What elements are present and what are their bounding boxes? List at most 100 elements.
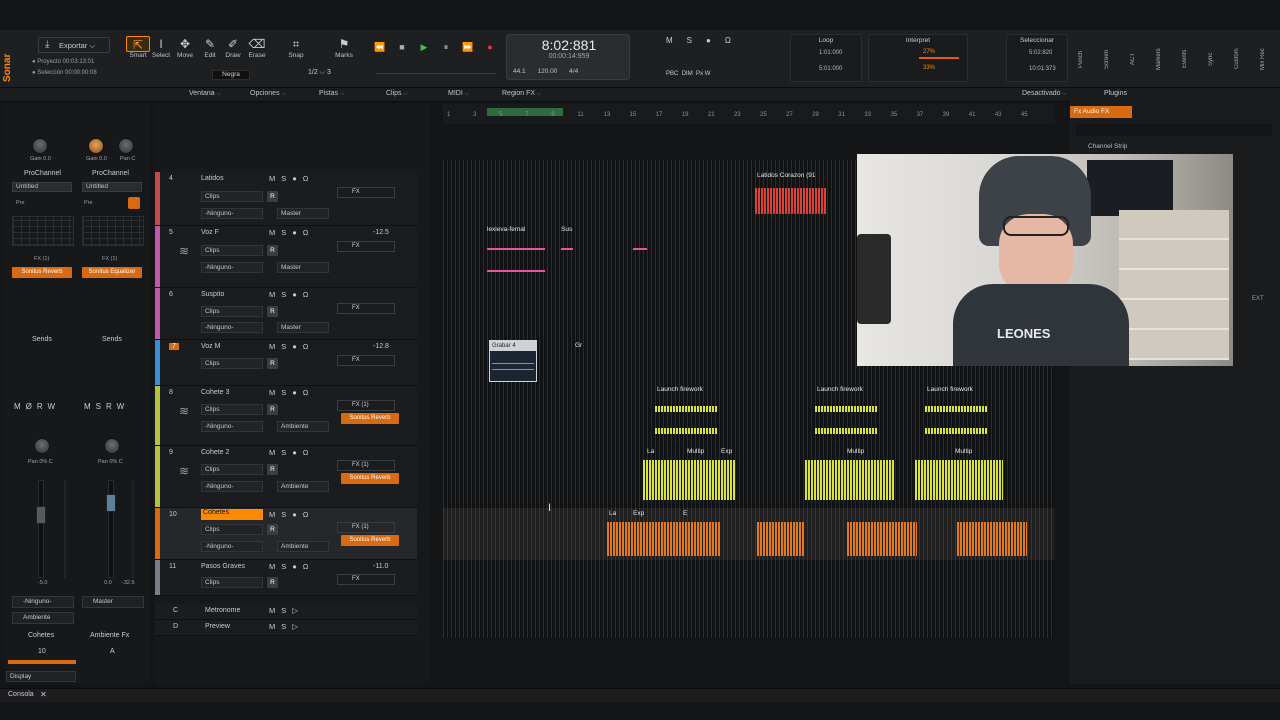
- track-input[interactable]: -Ninguno-: [201, 262, 263, 273]
- clip-grabar[interactable]: Grabar 4: [489, 340, 537, 382]
- clip-launch-wave-1[interactable]: [655, 406, 717, 412]
- menu-clips[interactable]: Clips: [386, 90, 408, 98]
- track-fx[interactable]: FX (1): [337, 522, 395, 533]
- clip-e-10[interactable]: E: [683, 510, 687, 517]
- clip-latidos[interactable]: Latidos Corazon (91: [757, 172, 816, 179]
- track-msr[interactable]: MS●Ω: [269, 388, 314, 397]
- snap-button[interactable]: ⌗ Snap: [284, 36, 308, 66]
- tool-edit[interactable]: ✎ Edit: [198, 36, 222, 66]
- track-output[interactable]: Ambiente: [277, 421, 329, 432]
- clip-misc-wave[interactable]: [633, 248, 647, 250]
- pause-button[interactable]: ⏸: [438, 40, 454, 54]
- msr-global[interactable]: MS●Ω: [666, 36, 745, 45]
- volume-fader-left[interactable]: [38, 480, 44, 578]
- track-clips-select[interactable]: Clips: [201, 524, 263, 535]
- forward-button[interactable]: ⏩: [460, 40, 476, 54]
- track-msr[interactable]: MS●Ω: [269, 342, 314, 351]
- clip-fireworks-wave-1[interactable]: [643, 460, 735, 500]
- mix-rec-module[interactable]: Mix Rec: [1260, 36, 1272, 82]
- read-button[interactable]: R: [267, 191, 278, 202]
- clip-launch-1[interactable]: Launch firework: [657, 386, 703, 393]
- clip-launch-wave-2b[interactable]: [815, 428, 877, 434]
- track-output[interactable]: Ambiente: [277, 541, 329, 552]
- track-input[interactable]: -Ninguno-: [201, 208, 263, 219]
- track-output[interactable]: Master: [277, 262, 329, 273]
- power-icon[interactable]: [128, 197, 140, 209]
- track-clips-select[interactable]: Clips: [201, 191, 263, 202]
- clip-cohetes-wave-2[interactable]: [757, 522, 805, 556]
- select-panel[interactable]: Seleccionar 5:02:820 10:01:373: [1006, 34, 1068, 82]
- snap-value[interactable]: 1/2 ⌵ 3: [308, 69, 331, 77]
- track-clips-select[interactable]: Clips: [201, 404, 263, 415]
- track-clips-select[interactable]: Clips: [201, 306, 263, 317]
- tool-smart[interactable]: ⇱ Smart: [126, 36, 150, 66]
- tool-move[interactable]: ✥ Move: [173, 36, 197, 66]
- track-msr[interactable]: MS●Ω: [269, 228, 314, 237]
- track-row-selected[interactable]: 10 Cohetes MS●Ω Clips R -Ninguno- Ambien…: [155, 508, 417, 560]
- fader-cap-left[interactable]: [36, 506, 46, 524]
- track-fx[interactable]: FX: [337, 574, 395, 585]
- track-output[interactable]: Master: [277, 208, 329, 219]
- clip-exp-9[interactable]: Exp: [721, 448, 732, 455]
- pan-knob-left[interactable]: [34, 438, 50, 454]
- clip-la-10[interactable]: La: [609, 510, 616, 517]
- sync-module[interactable]: Sync: [1208, 36, 1220, 82]
- track-row[interactable]: 9 Cohete 2 MS●Ω ≋ Clips R -Ninguno- Ambi…: [155, 446, 417, 508]
- screen-module[interactable]: Screen: [1104, 36, 1116, 82]
- custom-module[interactable]: Custom: [1234, 36, 1246, 82]
- track-row[interactable]: 11 Pasos Graves MS●Ω -11.0 Clips R FX: [155, 560, 417, 596]
- output-left-2[interactable]: Ambiente: [12, 612, 74, 624]
- track-output[interactable]: Ambiente: [277, 481, 329, 492]
- menu-pistas[interactable]: Pistas: [319, 90, 344, 98]
- read-button[interactable]: R: [267, 306, 278, 317]
- clip-voz-wave[interactable]: [487, 248, 545, 250]
- menu-opciones[interactable]: Opciones: [250, 90, 286, 98]
- clip-multi-9[interactable]: Multip: [687, 448, 704, 455]
- track-fx[interactable]: FX (1): [337, 400, 395, 411]
- output-right[interactable]: Master: [82, 596, 144, 608]
- clip-launch-wave-2[interactable]: [815, 406, 877, 412]
- track-fx-reverb[interactable]: Sonitus Reverb: [341, 413, 399, 424]
- fx-sonitus-reverb[interactable]: Sonitus Reverb: [12, 267, 72, 278]
- export-button[interactable]: ⤓ Exportar ⌵: [38, 37, 110, 53]
- snap-mode-select[interactable]: Negra: [212, 70, 250, 80]
- bus-row[interactable]: C Metronome MS▷: [155, 604, 417, 620]
- fx-sonitus-equalizer[interactable]: Sonitus Equalizer: [82, 267, 142, 278]
- gain-knob-left[interactable]: [32, 138, 48, 154]
- menu-midi[interactable]: MIDI: [448, 90, 469, 98]
- track-name-editing[interactable]: Cohetes: [201, 509, 263, 520]
- track-msr[interactable]: MS●Ω: [269, 562, 314, 571]
- track-input[interactable]: -Ninguno-: [201, 541, 263, 552]
- close-icon[interactable]: ✕: [40, 690, 47, 699]
- track-fx[interactable]: FX: [337, 303, 395, 314]
- rewind-button[interactable]: ⏪: [372, 40, 388, 54]
- channel-strip-item[interactable]: Channel Strip: [1088, 143, 1127, 150]
- time-display[interactable]: 8:02:881 00:00:14:959 44.1 120.00 4/4: [506, 34, 630, 80]
- clip-multi-9c[interactable]: Multip: [955, 448, 972, 455]
- clip-sus[interactable]: Sus: [561, 226, 572, 233]
- pan-knob-right[interactable]: [104, 438, 120, 454]
- clip-launch-wave-3[interactable]: [925, 406, 987, 412]
- track-input[interactable]: -Ninguno-: [201, 481, 263, 492]
- timeline-ruler[interactable]: 1 3 5 7 9 11 13 15 17 19 21 23 25 27 29 31 33 35 37 39 41 43 4…: [443, 104, 1055, 124]
- play-button[interactable]: ▶: [416, 40, 432, 54]
- clip-launch-2[interactable]: Launch firework: [817, 386, 863, 393]
- clip-voz-wave-2[interactable]: [487, 270, 545, 272]
- track-row[interactable]: 7 Voz M MS●Ω -12.8 Clips R FX: [155, 340, 417, 386]
- act-module[interactable]: ACT: [1130, 36, 1142, 82]
- clip-launch-wave-1b[interactable]: [655, 428, 717, 434]
- track-clips-select[interactable]: Clips: [201, 577, 263, 588]
- tool-erase[interactable]: ⌫ Erase: [245, 36, 269, 66]
- loop-panel[interactable]: Loop 1:01:000 5:01:000: [790, 34, 862, 82]
- track-fx[interactable]: FX: [337, 355, 395, 366]
- track-clips-select[interactable]: Clips: [201, 245, 263, 256]
- marks-button[interactable]: ⚑ Marks: [332, 36, 356, 66]
- read-button[interactable]: R: [267, 464, 278, 475]
- track-row[interactable]: 8 Cohete 3 MS●Ω ≋ Clips R -Ninguno- Ambi…: [155, 386, 417, 446]
- record-button[interactable]: ●: [482, 40, 498, 54]
- clip-exp-10[interactable]: Exp: [633, 510, 644, 517]
- bus-ms[interactable]: MS▷: [269, 622, 304, 631]
- bus-row[interactable]: D Preview MS▷: [155, 620, 417, 636]
- clip-la-9[interactable]: La: [647, 448, 654, 455]
- punch-module[interactable]: Punch: [1078, 36, 1090, 82]
